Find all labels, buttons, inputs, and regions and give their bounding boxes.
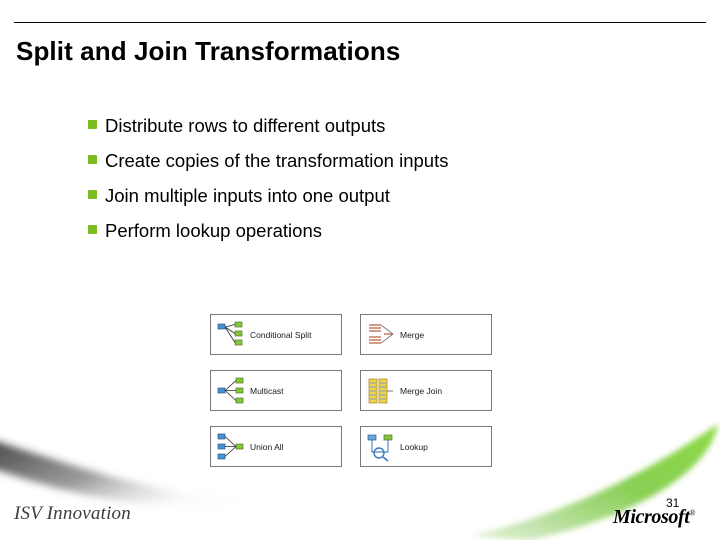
bullet-square-icon: [88, 225, 97, 234]
list-item: Join multiple inputs into one output: [88, 186, 688, 212]
lookup-icon: [366, 432, 396, 462]
merge-join-icon: [366, 376, 396, 406]
component-box-merge-join: Merge Join: [360, 370, 492, 411]
component-label: Lookup: [400, 441, 428, 452]
component-label: Merge Join: [400, 385, 443, 396]
bullet-square-icon: [88, 120, 97, 129]
bullet-text: Join multiple inputs into one output: [105, 185, 390, 206]
footer-brand-text: ISV Innovation: [14, 503, 131, 524]
component-label: Merge: [400, 329, 425, 340]
bullet-text: Perform lookup operations: [105, 220, 322, 241]
bullet-text: Distribute rows to different outputs: [105, 115, 386, 136]
bullet-square-icon: [88, 190, 97, 199]
list-item: Distribute rows to different outputs: [88, 116, 688, 142]
bullet-list: Distribute rows to different outputs Cre…: [88, 116, 688, 256]
component-label: Multicast: [250, 385, 284, 396]
multicast-icon: [216, 376, 246, 406]
component-box-union-all: Union All: [210, 426, 342, 467]
merge-icon: [366, 320, 396, 350]
title-divider: [14, 22, 706, 23]
component-label: Conditional Split: [250, 329, 312, 340]
bullet-square-icon: [88, 155, 97, 164]
registered-mark-icon: ®: [689, 508, 696, 518]
component-box-multicast: Multicast: [210, 370, 342, 411]
bullet-text: Create copies of the transformation inpu…: [105, 150, 449, 171]
union-all-icon: [216, 432, 246, 462]
conditional-split-icon: [216, 320, 246, 350]
component-label: Union All: [250, 441, 284, 452]
component-box-lookup: Lookup: [360, 426, 492, 467]
microsoft-logo: Microsoft®: [613, 506, 695, 529]
slide: Split and Join Transformations Distribut…: [0, 0, 720, 540]
page-title: Split and Join Transformations: [16, 36, 401, 66]
list-item: Create copies of the transformation inpu…: [88, 151, 688, 177]
component-box-merge: Merge: [360, 314, 492, 355]
list-item: Perform lookup operations: [88, 221, 688, 247]
microsoft-wordmark: Microsoft: [613, 506, 690, 528]
component-diagram: Conditional Split Merge Multicast Merge …: [210, 314, 492, 467]
component-box-conditional-split: Conditional Split: [210, 314, 342, 355]
